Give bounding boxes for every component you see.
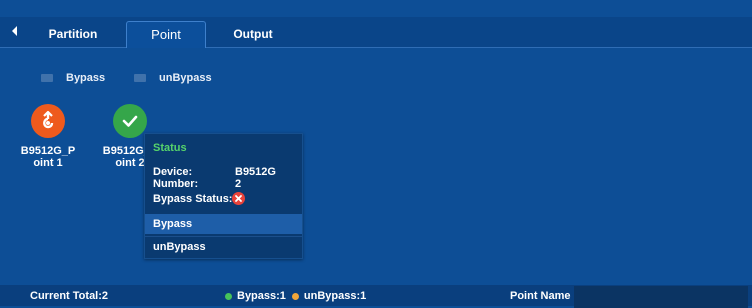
bypass-dot-icon [225, 292, 232, 300]
bypass-action-icon [41, 74, 53, 82]
popup-title: Status [153, 142, 187, 154]
unbypass-action[interactable]: unBypass [133, 70, 212, 86]
point-item-1[interactable]: B9512G_P oint 1 [16, 104, 80, 169]
error-x-icon [232, 192, 246, 205]
unbypass-action-label: unBypass [159, 72, 212, 84]
menu-unbypass[interactable]: unBypass [145, 236, 302, 256]
collapse-arrow-icon[interactable] [12, 26, 17, 36]
unbypass-action-icon [134, 74, 146, 82]
point-page: Partition Point Output Bypass unBypass B… [0, 0, 752, 308]
status-bar: Current Total:2 Bypass:1 unBypass:1 Poin… [0, 285, 752, 308]
device-row: Device: B9512G [153, 167, 276, 178]
bypass-status-row: Bypass Status: [153, 192, 246, 205]
bypass-action[interactable]: Bypass [40, 70, 105, 86]
tab-output[interactable]: Output [218, 21, 288, 47]
bypass-point-icon [31, 104, 65, 138]
number-key: Number: [153, 178, 199, 190]
point-label-1: B9512G_P oint 1 [20, 145, 76, 169]
tab-point[interactable]: Point [126, 21, 206, 48]
bypass-count: Bypass:1 [237, 290, 286, 302]
menu-bypass[interactable]: Bypass [145, 214, 302, 234]
tab-bar: Partition Point Output [0, 17, 752, 48]
unbypass-dot-icon [291, 292, 299, 300]
device-key: Device: [153, 166, 193, 178]
number-row: Number: 2 [153, 179, 241, 190]
current-total: Current Total:2 [30, 290, 109, 302]
point-name-label: Point Name [510, 290, 571, 302]
check-point-icon [113, 104, 147, 138]
point-name-input[interactable] [574, 286, 748, 308]
number-value: 2 [235, 178, 242, 190]
device-value: B9512G [235, 166, 276, 178]
unbypass-count: unBypass:1 [303, 290, 367, 302]
state-counts: Bypass:1 unBypass:1 [225, 290, 366, 302]
tab-partition[interactable]: Partition [38, 21, 108, 47]
bypass-status-key: Bypass Status: [153, 193, 233, 205]
bypass-action-label: Bypass [66, 72, 106, 84]
status-popup: Status Device: B9512G Number: 2 Bypass Sta… [144, 133, 303, 259]
